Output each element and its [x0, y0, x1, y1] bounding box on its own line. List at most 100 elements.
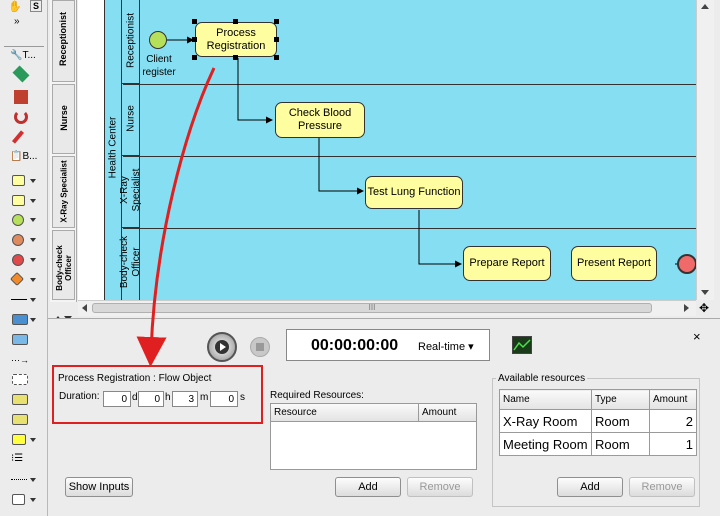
chevron-down-icon — [30, 238, 36, 242]
resource-type-cell[interactable]: Room — [591, 409, 650, 433]
resource-name-cell[interactable]: X-Ray Room — [499, 409, 592, 433]
selection-handle[interactable] — [233, 19, 238, 24]
expand-chevron-icon[interactable]: » — [14, 16, 20, 27]
scroll-down-icon[interactable] — [701, 290, 709, 295]
lane-tab-bodycheck[interactable]: Body-check Officer — [52, 230, 75, 300]
separator-icon — [11, 479, 27, 480]
lane-tab-receptionist[interactable]: Receptionist — [52, 0, 75, 82]
lane-tab-label: X-Ray Specialist — [59, 160, 69, 223]
selection-handle[interactable] — [192, 37, 197, 42]
pool-tool[interactable] — [8, 311, 40, 329]
stop-button[interactable] — [250, 337, 270, 357]
task-label: Check Blood Pressure — [288, 107, 352, 132]
table-row[interactable]: Meeting Room Room 1 — [499, 432, 697, 456]
subprocess-shape-tool[interactable] — [8, 192, 40, 210]
pan-icon[interactable]: ✥ — [697, 301, 711, 315]
start-event[interactable] — [149, 31, 167, 49]
close-icon[interactable]: × — [693, 329, 701, 344]
table-row[interactable]: X-Ray Room Room 2 — [499, 409, 697, 433]
hours-unit: h — [165, 392, 171, 403]
show-inputs-button[interactable]: Show Inputs — [65, 477, 133, 497]
lane-tool[interactable] — [8, 331, 40, 349]
hand-tool-icon[interactable]: ✋ — [8, 0, 26, 13]
task-check-blood-pressure[interactable]: Check Blood Pressure — [275, 102, 365, 138]
eraser-icon[interactable] — [12, 65, 30, 83]
task-present-report[interactable]: Present Report — [571, 246, 657, 281]
play-button[interactable] — [207, 332, 237, 362]
pool-health-center[interactable]: Health Center Receptionist Nurse X-Ray S… — [104, 0, 696, 300]
annotation-tool[interactable] — [8, 431, 40, 449]
task-label: Prepare Report — [469, 257, 545, 269]
column-header-amount[interactable]: Amount — [649, 389, 697, 410]
duration-days-field[interactable] — [103, 391, 131, 407]
separator-tool[interactable] — [8, 471, 40, 489]
days-unit: d — [132, 392, 138, 403]
available-resources-table[interactable]: Name Type Amount X-Ray Room Room 2 Meeti… — [499, 389, 697, 456]
resource-name-cell[interactable]: Meeting Room — [499, 432, 592, 456]
resource-type-cell[interactable]: Room — [591, 432, 650, 456]
duration-hours-field[interactable] — [138, 391, 164, 407]
resource-amount-cell[interactable]: 2 — [649, 409, 697, 433]
diagram-canvas[interactable]: Health Center Receptionist Nurse X-Ray S… — [78, 0, 696, 300]
selection-handle[interactable] — [274, 55, 279, 60]
start-event-tool[interactable] — [8, 211, 40, 229]
scroll-up-icon[interactable] — [701, 4, 709, 9]
sequence-flow-tool[interactable] — [8, 291, 40, 309]
selection-handle[interactable] — [192, 19, 197, 24]
s-tool-button[interactable]: S — [30, 0, 42, 12]
text-annotation-tool[interactable]: ⁝☰ — [8, 451, 40, 469]
scroll-left-icon[interactable] — [82, 304, 87, 312]
task-test-lung-function[interactable]: Test Lung Function — [365, 176, 463, 209]
format-painter-icon[interactable] — [14, 90, 28, 104]
selection-handle[interactable] — [233, 55, 238, 60]
text-tool-button[interactable]: 🔧T... — [10, 50, 46, 64]
horizontal-scrollbar[interactable]: III — [78, 300, 696, 316]
data-object-tool[interactable] — [8, 391, 40, 409]
task-label: Present Report — [577, 257, 651, 269]
column-header-resource[interactable]: Resource — [271, 404, 419, 422]
flow-blood-to-lung — [318, 138, 364, 195]
duration-seconds-field[interactable] — [210, 391, 238, 407]
magnet-icon[interactable] — [14, 110, 28, 124]
association-tool[interactable]: ⋯→ — [8, 351, 40, 369]
group-tool[interactable] — [8, 371, 40, 389]
group-icon — [12, 374, 28, 385]
lane-tab-xray[interactable]: X-Ray Specialist — [52, 156, 75, 228]
horizontal-scroll-thumb[interactable]: III — [92, 303, 652, 313]
add-available-resource-button[interactable]: Add — [557, 477, 623, 497]
lane-tabs: Receptionist Nurse X-Ray Specialist Body… — [50, 0, 77, 302]
intermediate-event-tool[interactable] — [8, 231, 40, 249]
note-tool[interactable] — [8, 491, 40, 509]
chart-button[interactable] — [512, 336, 532, 354]
scroll-right-icon[interactable] — [684, 304, 689, 312]
end-event[interactable] — [677, 254, 696, 274]
text-tool-label: T... — [22, 50, 36, 61]
column-header-name[interactable]: Name — [499, 389, 592, 410]
column-header-type[interactable]: Type — [591, 389, 650, 410]
column-header-amount[interactable]: Amount — [419, 404, 476, 422]
end-event-tool[interactable] — [8, 251, 40, 269]
remove-required-resource-button[interactable]: Remove — [407, 477, 473, 497]
add-required-resource-button[interactable]: Add — [335, 477, 401, 497]
available-resources-title: Available resources — [496, 373, 588, 384]
start-event-label: Client register — [142, 54, 176, 78]
task-shape-tool[interactable] — [8, 172, 40, 190]
selection-handle[interactable] — [274, 37, 279, 42]
lane-tab-nurse[interactable]: Nurse — [52, 84, 75, 154]
duration-minutes-field[interactable] — [172, 391, 198, 407]
data-store-tool[interactable] — [8, 411, 40, 429]
selection-handle[interactable] — [274, 19, 279, 24]
selection-handle[interactable] — [192, 55, 197, 60]
bpmn-tool-button[interactable]: 📋B... — [10, 151, 46, 165]
speed-mode-dropdown[interactable]: Real-time ▾ — [418, 340, 474, 353]
pen-icon[interactable] — [11, 130, 25, 144]
required-resources-table[interactable]: Resource Amount — [270, 403, 477, 470]
remove-available-resource-button[interactable]: Remove — [629, 477, 695, 497]
vertical-scrollbar[interactable] — [696, 0, 714, 300]
chevron-down-icon — [30, 278, 36, 282]
seconds-unit: s — [240, 392, 245, 403]
gateway-tool[interactable] — [8, 271, 40, 289]
resource-amount-cell[interactable]: 1 — [649, 432, 697, 456]
task-prepare-report[interactable]: Prepare Report — [463, 246, 551, 281]
task-process-registration[interactable]: Process Registration — [195, 22, 277, 57]
